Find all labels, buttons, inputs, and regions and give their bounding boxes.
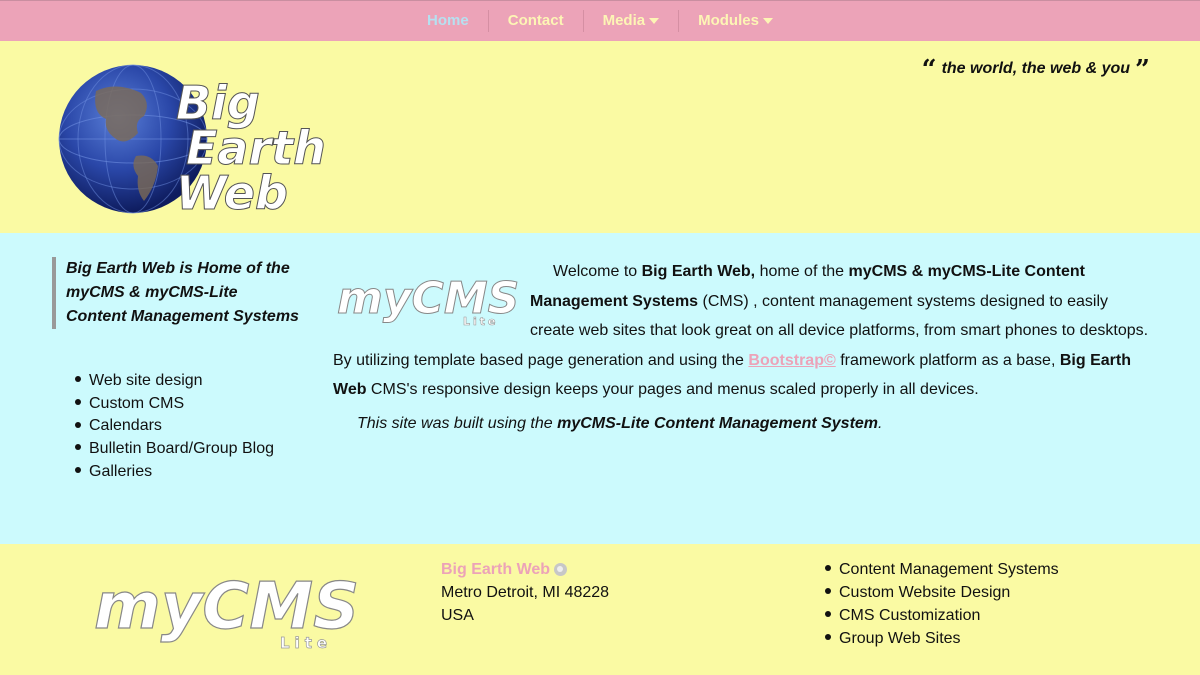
list-item: Custom Website Design xyxy=(839,581,1059,604)
footer-mycms-lite-logo: myCMS Lite xyxy=(93,569,359,652)
address-city: Metro Detroit, MI 48228 xyxy=(441,584,610,601)
nav-contact-label: Contact xyxy=(507,12,564,29)
text: home of the xyxy=(755,263,849,280)
nav-home-label: Home xyxy=(427,12,469,29)
footer-logo-text: myCMS xyxy=(94,570,359,644)
text: Big Earth Web, xyxy=(641,263,756,280)
address-country: USA xyxy=(441,607,474,624)
footer-logo-sub: Lite xyxy=(280,634,332,652)
sidebar-feature-list: Web site design Custom CMS Calendars Bul… xyxy=(89,370,274,484)
caret-down-icon xyxy=(762,18,773,24)
nav-home[interactable]: Home xyxy=(408,10,489,32)
site-footer: myCMS Lite Big Earth Web Metro Detroit, … xyxy=(0,544,1200,675)
built-with-note: This site was built using the myCMS-Lite… xyxy=(357,415,882,433)
footer-address: Big Earth Web Metro Detroit, MI 48228 US… xyxy=(441,558,609,627)
text: framework platform as a base, xyxy=(835,351,1060,369)
nav-contact[interactable]: Contact xyxy=(489,10,584,32)
top-navbar: Home Contact Media Modules xyxy=(0,0,1200,41)
caret-down-icon xyxy=(649,18,660,24)
quote-open-icon: “ xyxy=(921,55,937,85)
list-item: Web site design xyxy=(89,370,274,393)
list-item: Galleries xyxy=(89,461,274,484)
list-item: CMS Customization xyxy=(839,604,1059,627)
site-header: Big Earth Web “ the world, the web & you… xyxy=(0,41,1200,233)
svg-text:Web: Web xyxy=(176,166,288,220)
list-item: Group Web Sites xyxy=(839,627,1059,650)
tagline-text: the world, the web & you xyxy=(941,60,1131,77)
text: . xyxy=(878,415,883,432)
text: Welcome to xyxy=(553,263,642,280)
bootstrap-link[interactable]: Bootstrap© xyxy=(748,352,835,369)
main-content: Big Earth Web is Home of the myCMS & myC… xyxy=(0,233,1200,544)
nav-media[interactable]: Media xyxy=(584,10,680,32)
company-name: Big Earth Web xyxy=(441,561,551,578)
welcome-paragraph: Welcome to Big Earth Web, home of the my… xyxy=(333,257,1153,405)
text: myCMS-Lite Content Management System xyxy=(557,415,879,432)
list-item: Bulletin Board/Group Blog xyxy=(89,438,274,461)
footer-services-list: Content Management Systems Custom Websit… xyxy=(839,558,1059,650)
list-item: Content Management Systems xyxy=(839,558,1059,581)
globe-icon xyxy=(554,563,568,576)
list-item: Custom CMS xyxy=(89,393,274,416)
nav-media-label: Media xyxy=(602,12,646,29)
text: This site was built using the xyxy=(357,415,558,432)
footer-company-link[interactable]: Big Earth Web xyxy=(441,558,609,581)
site-tagline: “ the world, the web & you ” xyxy=(921,55,1150,85)
nav-modules[interactable]: Modules xyxy=(679,10,792,32)
big-earth-web-logo[interactable]: Big Earth Web xyxy=(56,61,336,221)
text: CMS's responsive design keeps your pages… xyxy=(366,381,979,398)
sidebar-intro: Big Earth Web is Home of the myCMS & myC… xyxy=(52,257,302,329)
nav-modules-label: Modules xyxy=(698,12,759,29)
quote-close-icon: ” xyxy=(1135,55,1150,85)
list-item: Calendars xyxy=(89,415,274,438)
